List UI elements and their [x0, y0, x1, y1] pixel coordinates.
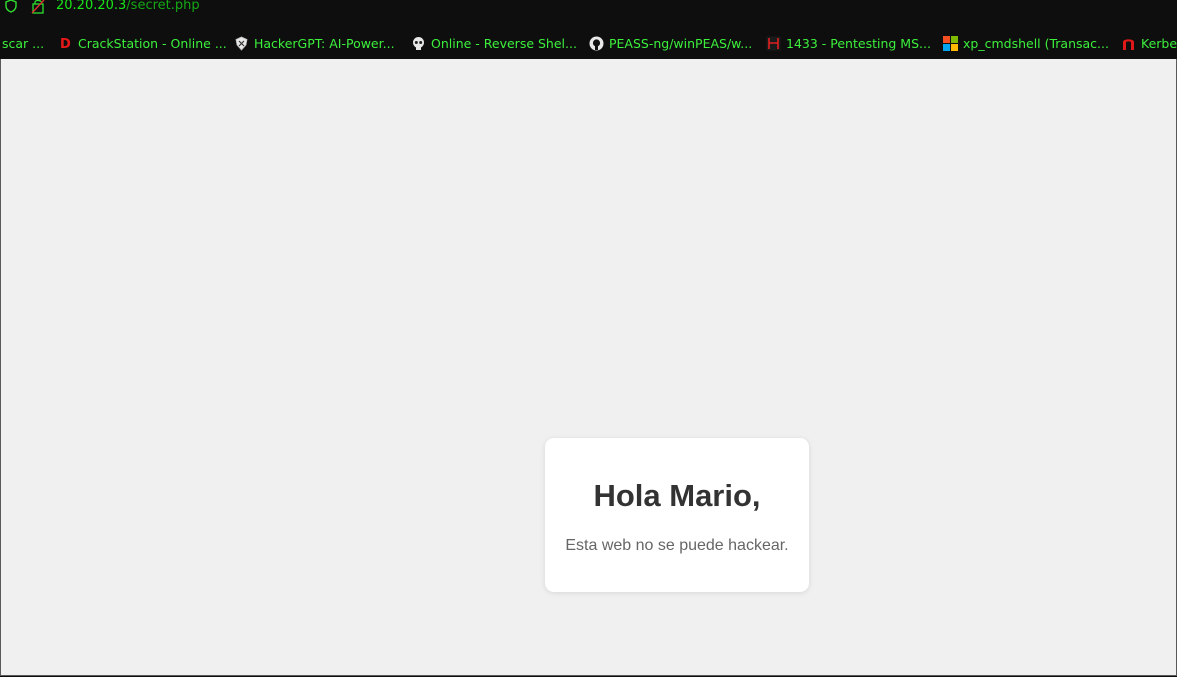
bookmark-label: 1433 - Pentesting MS...: [786, 35, 931, 51]
bookmark-label: Online - Reverse Shel...: [431, 35, 577, 51]
shield-logo-icon: [234, 36, 249, 51]
bookmark-label: CrackStation - Online ...: [78, 35, 227, 51]
url-text[interactable]: 20.20.20.3/secret.php: [56, 0, 200, 16]
microsoft-icon: [943, 35, 958, 51]
url-host: 20.20.20.3: [56, 0, 127, 13]
svg-text:D: D: [60, 37, 71, 50]
page-viewport: Hola Mario, Esta web no se puede hackear…: [0, 59, 1177, 676]
bookmarks-toolbar: scar ... D CrackStation - Online ... Hac…: [0, 30, 1177, 58]
bookmark-label: PEASS-ng/winPEAS/w...: [609, 35, 753, 51]
crackstation-d-icon: D: [58, 36, 73, 51]
bookmark-item[interactable]: scar ...: [2, 30, 44, 56]
hacktricks-icon: [766, 36, 781, 51]
github-icon: [589, 36, 604, 51]
url-path: /secret.php: [126, 0, 200, 13]
greeting-message: Esta web no se puede hackear.: [565, 537, 789, 554]
bookmark-item-reverse-shell[interactable]: Online - Reverse Shel...: [411, 30, 577, 56]
shield-icon[interactable]: [4, 0, 18, 13]
bookmark-label: scar ...: [2, 35, 45, 51]
bookmark-item-kerberos[interactable]: Kerbe: [1121, 30, 1177, 56]
permissions-icon[interactable]: [31, 0, 45, 14]
magnet-icon: [1121, 36, 1136, 51]
bookmark-item-crackstation[interactable]: D CrackStation - Online ...: [58, 30, 227, 56]
greeting-heading: Hola Mario,: [593, 478, 761, 513]
bookmark-label: Kerbe: [1141, 35, 1177, 51]
bookmark-item-hackergpt[interactable]: HackerGPT: AI-Power...: [234, 30, 395, 56]
skull-icon: [411, 36, 426, 51]
browser-window: 20.20.20.3/secret.php scar ... D CrackSt…: [0, 0, 1177, 677]
greeting-card: Hola Mario, Esta web no se puede hackear…: [545, 438, 809, 592]
bookmark-item-peass[interactable]: PEASS-ng/winPEAS/w...: [589, 30, 752, 56]
bookmark-item-xp-cmdshell[interactable]: xp_cmdshell (Transac...: [943, 30, 1109, 56]
bookmark-item-hacktricks[interactable]: 1433 - Pentesting MS...: [766, 30, 931, 56]
bookmark-label: HackerGPT: AI-Power...: [254, 35, 395, 51]
address-bar[interactable]: 20.20.20.3/secret.php: [0, 0, 1177, 26]
bookmark-label: xp_cmdshell (Transac...: [963, 35, 1109, 51]
